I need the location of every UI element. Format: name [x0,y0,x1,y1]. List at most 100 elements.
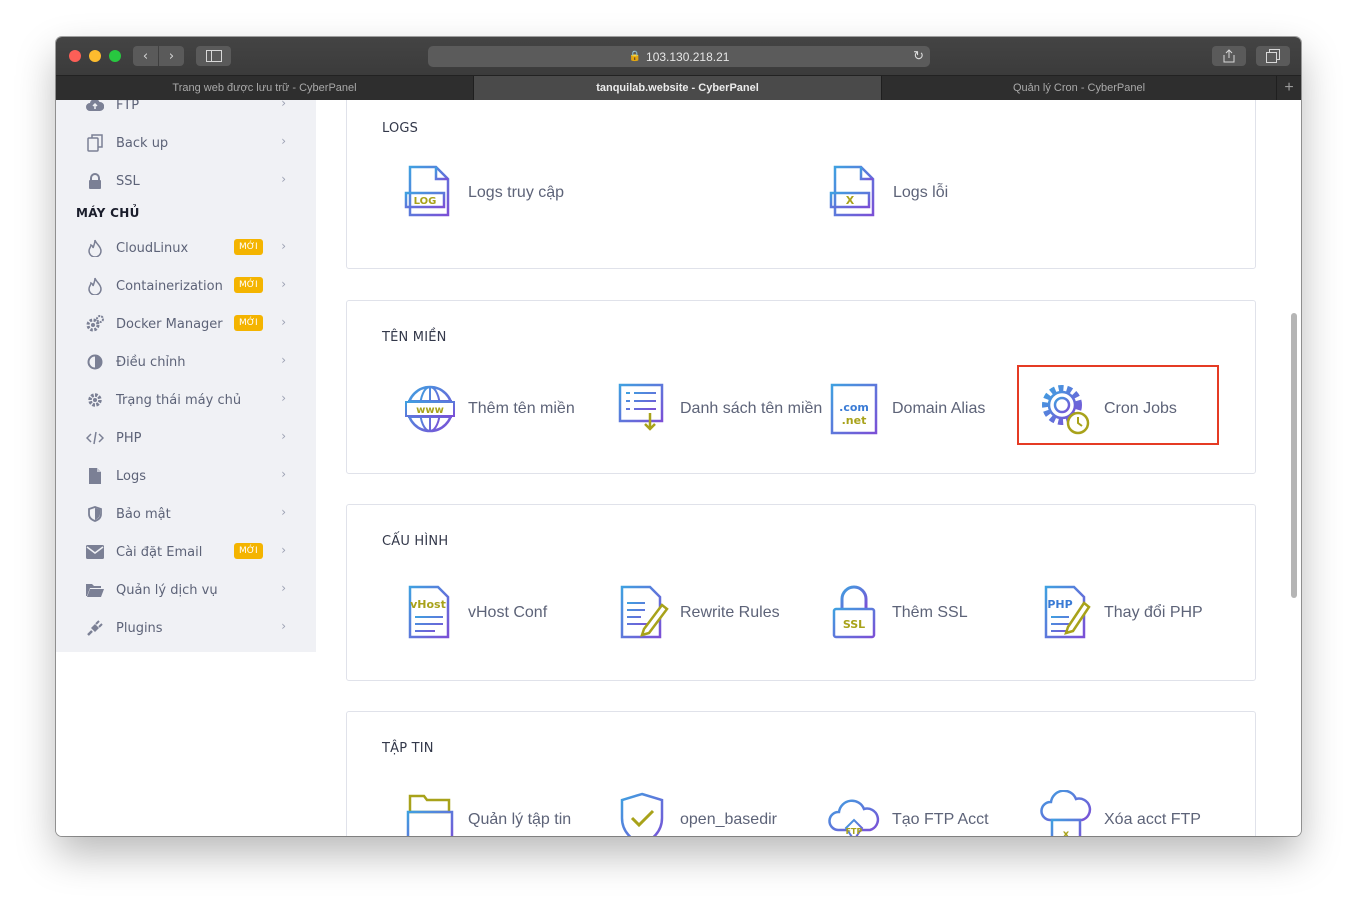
item-label: open_basedir [680,811,777,828]
sidebar-item-tuning[interactable]: Điều chỉnh › [86,350,286,374]
forward-button[interactable]: › [159,46,184,66]
folder-open-icon [86,581,104,599]
sidebar-item-ssl[interactable]: SSL › [86,169,286,193]
php-edit-icon: PHP [1044,585,1091,639]
edit-document-icon [620,585,669,639]
new-tab-button[interactable]: + [1277,76,1301,100]
scrollbar-thumb[interactable] [1291,313,1297,598]
add-domain-link[interactable]: www Thêm tên miền [402,379,575,439]
minimize-window-button[interactable] [89,50,101,62]
back-button[interactable]: ‹ [133,46,158,66]
domain-alias-link[interactable]: .com .net Domain Alias [826,379,985,439]
sidebar-item-server-status[interactable]: Trạng thái máy chủ › [86,388,286,412]
file-icon [86,467,104,485]
file-cabinet-icon [406,794,454,836]
chevron-right-icon: › [281,239,286,253]
gear-icon [86,391,104,409]
item-label: Tạo FTP Acct [892,811,989,828]
tab-hosted-sites[interactable]: Trang web được lưu trữ - CyberPanel [56,76,474,100]
tab-cron[interactable]: Quản lý Cron - CyberPanel [882,76,1277,100]
change-php-link[interactable]: PHP Thay đổi PHP [1038,583,1203,643]
sidebar-item-cloudlinux[interactable]: CloudLinux MỚI › [86,236,286,260]
svg-text:x: x [1063,829,1070,836]
list-domains-link[interactable]: Danh sách tên miền [614,379,822,439]
add-ssl-link[interactable]: SSL Thêm SSL [826,583,968,643]
sidebar-toggle-button[interactable] [196,46,231,66]
code-icon [86,429,104,447]
sidebar-item-services[interactable]: Quản lý dịch vụ › [86,578,286,602]
access-logs-link[interactable]: LOG Logs truy cập [402,163,564,223]
page-content: FTP › Back up › SSL › MÁY CHỦ CloudLinux… [56,100,1301,836]
sidebar-icon [205,50,222,62]
left-sidebar: FTP › Back up › SSL › MÁY CHỦ CloudLinux… [56,100,316,652]
sidebar-item-backup[interactable]: Back up › [86,131,286,155]
chevron-right-icon: › [281,277,286,291]
sidebar-item-label: Docker Manager [116,316,223,332]
create-ftp-link[interactable]: FTP Tạo FTP Acct [826,790,989,836]
svg-text:SSL: SSL [843,618,865,631]
ftp-cloud-icon: FTP [828,799,880,836]
sidebar-item-label: SSL [116,173,140,189]
item-label: Domain Alias [892,400,986,417]
chevron-right-icon: › [281,391,286,405]
chevron-right-icon: › [281,467,286,481]
sidebar-item-email[interactable]: Cài đặt Email MỚI › [86,540,286,564]
item-label: Quản lý tập tin [468,811,572,828]
sidebar-item-php[interactable]: PHP › [86,426,286,450]
show-tabs-button[interactable] [1256,46,1290,66]
item-label: Xóa acct FTP [1104,811,1201,828]
cron-jobs-highlight [1017,365,1219,445]
error-logs-link[interactable]: X Logs lỗi [827,163,948,223]
vhost-conf-link[interactable]: vHost vHost Conf [402,583,547,643]
sidebar-item-label: FTP [116,100,140,113]
share-button[interactable] [1212,46,1246,66]
close-window-button[interactable] [69,50,81,62]
open-basedir-link[interactable]: open_basedir [614,790,777,836]
section-title: TẬP TIN [382,741,434,756]
cogs-icon [86,315,104,333]
www-globe-icon: www [405,385,455,433]
svg-text:.net: .net [842,414,867,427]
svg-text:www: www [416,405,444,416]
sidebar-item-label: Cài đặt Email [116,544,203,560]
half-circle-icon [86,353,104,371]
item-label: Thêm tên miền [468,400,575,417]
scrollbar[interactable] [1286,100,1301,836]
sidebar-heading-server: MÁY CHỦ [76,206,140,220]
vhost-icon: vHost [408,585,450,639]
new-badge: MỚI [234,239,263,255]
fire-icon [86,239,104,257]
chevron-right-icon: › [281,505,286,519]
lock-icon [86,172,104,190]
files-card: TẬP TIN Quản lý tập tin open_basedir FTP… [346,711,1256,836]
item-label: Thêm SSL [892,604,968,621]
tab-website[interactable]: tanquilab.website - CyberPanel [474,76,882,100]
section-title: CẤU HÌNH [382,534,449,549]
delete-ftp-link[interactable]: x Xóa acct FTP [1038,790,1201,836]
copy-icon [86,134,104,152]
chevron-right-icon: › [281,353,286,367]
envelope-icon [86,543,104,561]
chevron-right-icon: › [281,100,286,110]
sidebar-item-ftp[interactable]: FTP › [86,100,286,117]
sidebar-item-containerization[interactable]: Containerization MỚI › [86,274,286,298]
address-bar[interactable]: 🔒 103.130.218.21 ↻ [428,46,930,67]
sidebar-item-logs[interactable]: Logs › [86,464,286,488]
reload-icon[interactable]: ↻ [913,48,924,64]
rewrite-rules-link[interactable]: Rewrite Rules [614,583,780,643]
file-manager-link[interactable]: Quản lý tập tin [402,790,571,836]
ssl-lock-icon: SSL [832,585,876,639]
maximize-window-button[interactable] [109,50,121,62]
tab-title: tanquilab.website - CyberPanel [596,82,759,94]
svg-text:FTP: FTP [846,827,863,836]
sidebar-item-plugins[interactable]: Plugins › [86,616,286,640]
sidebar-item-security[interactable]: Bảo mật › [86,502,286,526]
chevron-right-icon: › [281,134,286,148]
fire-icon [86,277,104,295]
ftp-delete-icon: x [1040,790,1092,836]
item-label: Rewrite Rules [680,604,780,621]
sidebar-item-docker[interactable]: Docker Manager MỚI › [86,312,286,336]
item-label: Logs truy cập [468,184,565,201]
lock-icon: 🔒 [628,51,642,62]
tab-title: Quản lý Cron - CyberPanel [1012,82,1146,94]
